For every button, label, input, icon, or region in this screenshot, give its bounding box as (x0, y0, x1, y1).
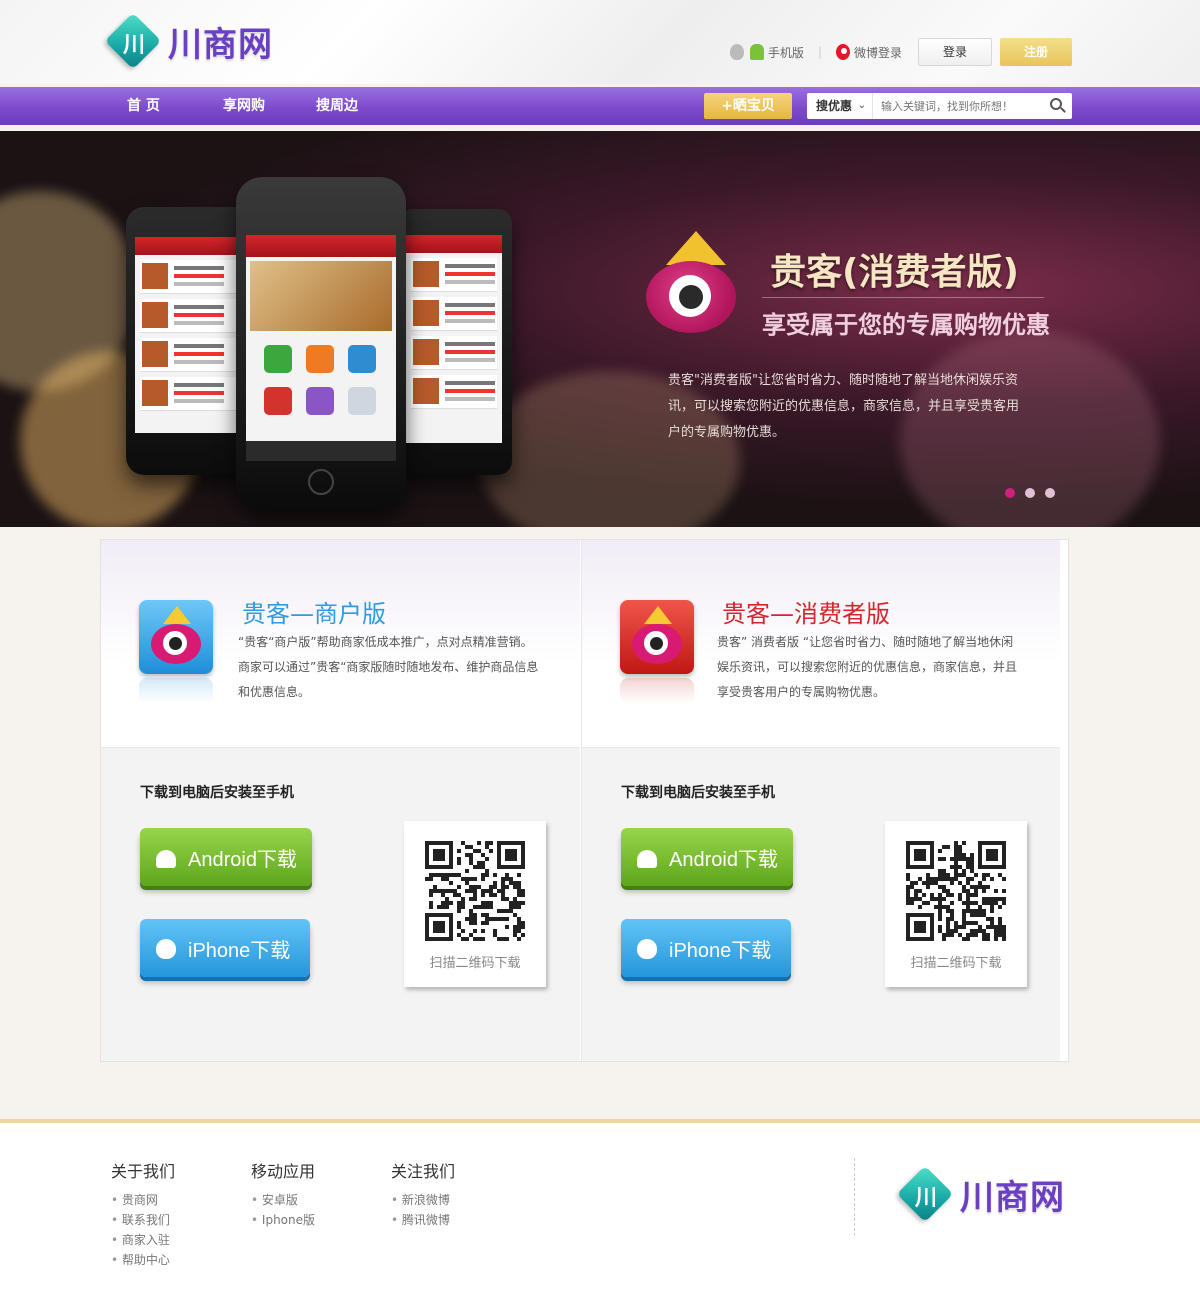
footer-link[interactable]: Iphone版 (251, 1210, 315, 1230)
hero-banner: 贵客(消费者版) 享受属于您的专属购物优惠 贵客"消费者版"让您省时省力、随时随… (0, 131, 1200, 527)
search-bar: 搜优惠 ⌄ (807, 93, 1072, 119)
phone-samsung-image (126, 207, 254, 475)
footer-col-title: 关于我们 (111, 1162, 176, 1181)
footer-link[interactable]: 新浪微博 (391, 1190, 455, 1210)
consumer-qr-card: 扫描二维码下载 (885, 821, 1027, 987)
banner-subtitle: 享受属于您的专属购物优惠 (762, 311, 1050, 339)
footer-col-title: 移动应用 (251, 1162, 316, 1181)
divider: | (817, 45, 822, 59)
footer-link[interactable]: 腾讯微博 (391, 1210, 455, 1230)
consumer-download-title: 下载到电脑后安装至手机 (621, 785, 775, 801)
guike-crown-logo-icon (646, 231, 756, 341)
download-panel: 贵客—商户版 “贵客“商户版”帮助商家低成本推广，点对点精准营销。商家可以通过”… (100, 539, 1069, 1062)
android-icon (154, 844, 178, 870)
qr-code-icon (425, 841, 525, 941)
nav-item-online-shopping[interactable]: 享网购 (223, 87, 265, 125)
footer-link[interactable]: 帮助中心 (111, 1250, 175, 1270)
qr-caption: 扫描二维码下载 (910, 956, 1002, 971)
site-logo[interactable]: 川 川商网 (104, 12, 273, 70)
apple-icon (729, 44, 744, 60)
merchant-download-title: 下载到电脑后安装至手机 (140, 785, 294, 801)
carousel-dot-2[interactable] (1025, 488, 1035, 498)
footer-col-title: 关注我们 (391, 1162, 456, 1181)
phone-htc-image (398, 209, 512, 475)
consumer-app-section: 贵客—消费者版 贵客” 消费者版 “让您省时省力、随时随地了解当地休闲娱乐资讯，… (581, 540, 1060, 1061)
button-label: Android下载 (669, 848, 778, 871)
phone-iphone-image (236, 177, 406, 509)
merchant-app-section: 贵客—商户版 “贵客“商户版”帮助商家低成本推广，点对点精准营销。商家可以通过”… (101, 540, 580, 1061)
footer-col-about: 关于我们 贵商网 联系我们 商家入驻 帮助中心 (111, 1158, 175, 1270)
consumer-app-title: 贵客—消费者版 (722, 600, 890, 628)
footer-link[interactable]: 商家入驻 (111, 1230, 175, 1250)
merchant-app-description: “贵客“商户版”帮助商家低成本推广，点对点精准营销。商家可以通过”贵客“商家版随… (238, 635, 539, 699)
button-label: iPhone下载 (669, 939, 772, 962)
consumer-app-icon (620, 600, 694, 674)
consumer-android-download-button[interactable]: Android下载 (621, 828, 793, 886)
banner-description: 贵客"消费者版"让您省时省力、随时随地了解当地休闲娱乐资讯，可以搜索您附近的优惠… (668, 373, 1020, 440)
search-category-label: 搜优惠 (816, 99, 853, 113)
share-item-button[interactable]: +晒宝贝 (704, 93, 792, 119)
android-icon (749, 44, 764, 60)
top-header: 川 川商网 手机版 | 微博登录 登录 注册 (0, 0, 1200, 84)
search-icon[interactable] (1048, 96, 1068, 116)
footer-logo-text: 川商网 (960, 1177, 1065, 1218)
weibo-icon (835, 44, 850, 60)
main-nav: 首 页 享网购 搜周边 +晒宝贝 搜优惠 ⌄ (0, 87, 1200, 125)
search-category-select[interactable]: 搜优惠 ⌄ (807, 93, 873, 119)
button-label: iPhone下载 (188, 939, 291, 962)
footer-link[interactable]: 贵商网 (111, 1190, 175, 1210)
footer-link[interactable]: 安卓版 (251, 1190, 315, 1210)
banner-divider (762, 297, 1044, 298)
qr-code-icon (906, 841, 1006, 941)
consumer-iphone-download-button[interactable]: iPhone下载 (621, 919, 791, 977)
consumer-app-description: 贵客” 消费者版 “让您省时省力、随时随地了解当地休闲娱乐资讯，可以搜索您附近的… (717, 635, 1018, 699)
carousel-dot-3[interactable] (1045, 488, 1055, 498)
merchant-iphone-download-button[interactable]: iPhone下载 (140, 919, 310, 977)
register-button[interactable]: 注册 (1000, 38, 1072, 66)
merchant-android-download-button[interactable]: Android下载 (140, 828, 312, 886)
logo-mark-icon: 川 (896, 1165, 954, 1223)
carousel-dots (1005, 488, 1065, 498)
merchant-app-icon (139, 600, 213, 674)
merchant-qr-card: 扫描二维码下载 (404, 821, 546, 987)
nav-item-nearby[interactable]: 搜周边 (316, 87, 358, 125)
weibo-login-link[interactable]: 微博登录 (854, 44, 902, 61)
banner-title: 贵客(消费者版) (770, 252, 1019, 293)
carousel-dot-1[interactable] (1005, 488, 1015, 498)
logo-mark-icon: 川 (104, 12, 162, 70)
footer-separator (854, 1158, 855, 1236)
button-label: Android下载 (188, 848, 297, 871)
apple-icon (154, 935, 178, 961)
footer: 关于我们 贵商网 联系我们 商家入驻 帮助中心 移动应用 安卓版 Iphone版… (0, 1123, 1200, 1300)
android-icon (635, 844, 659, 870)
top-links: 手机版 | 微博登录 登录 注册 (729, 38, 1072, 66)
login-button[interactable]: 登录 (918, 38, 992, 66)
footer-logo[interactable]: 川 川商网 (896, 1165, 1065, 1223)
footer-col-mobile: 移动应用 安卓版 Iphone版 (251, 1158, 315, 1230)
nav-item-home[interactable]: 首 页 (127, 87, 160, 125)
chevron-down-icon: ⌄ (857, 100, 866, 111)
qr-caption: 扫描二维码下载 (429, 956, 521, 971)
merchant-app-title: 贵客—商户版 (242, 600, 386, 628)
search-input[interactable] (881, 94, 1049, 118)
footer-col-follow: 关注我们 新浪微博 腾讯微博 (391, 1158, 455, 1230)
footer-link[interactable]: 联系我们 (111, 1210, 175, 1230)
logo-text: 川商网 (168, 24, 273, 65)
mobile-version-link[interactable]: 手机版 (768, 44, 804, 61)
apple-icon (635, 935, 659, 961)
